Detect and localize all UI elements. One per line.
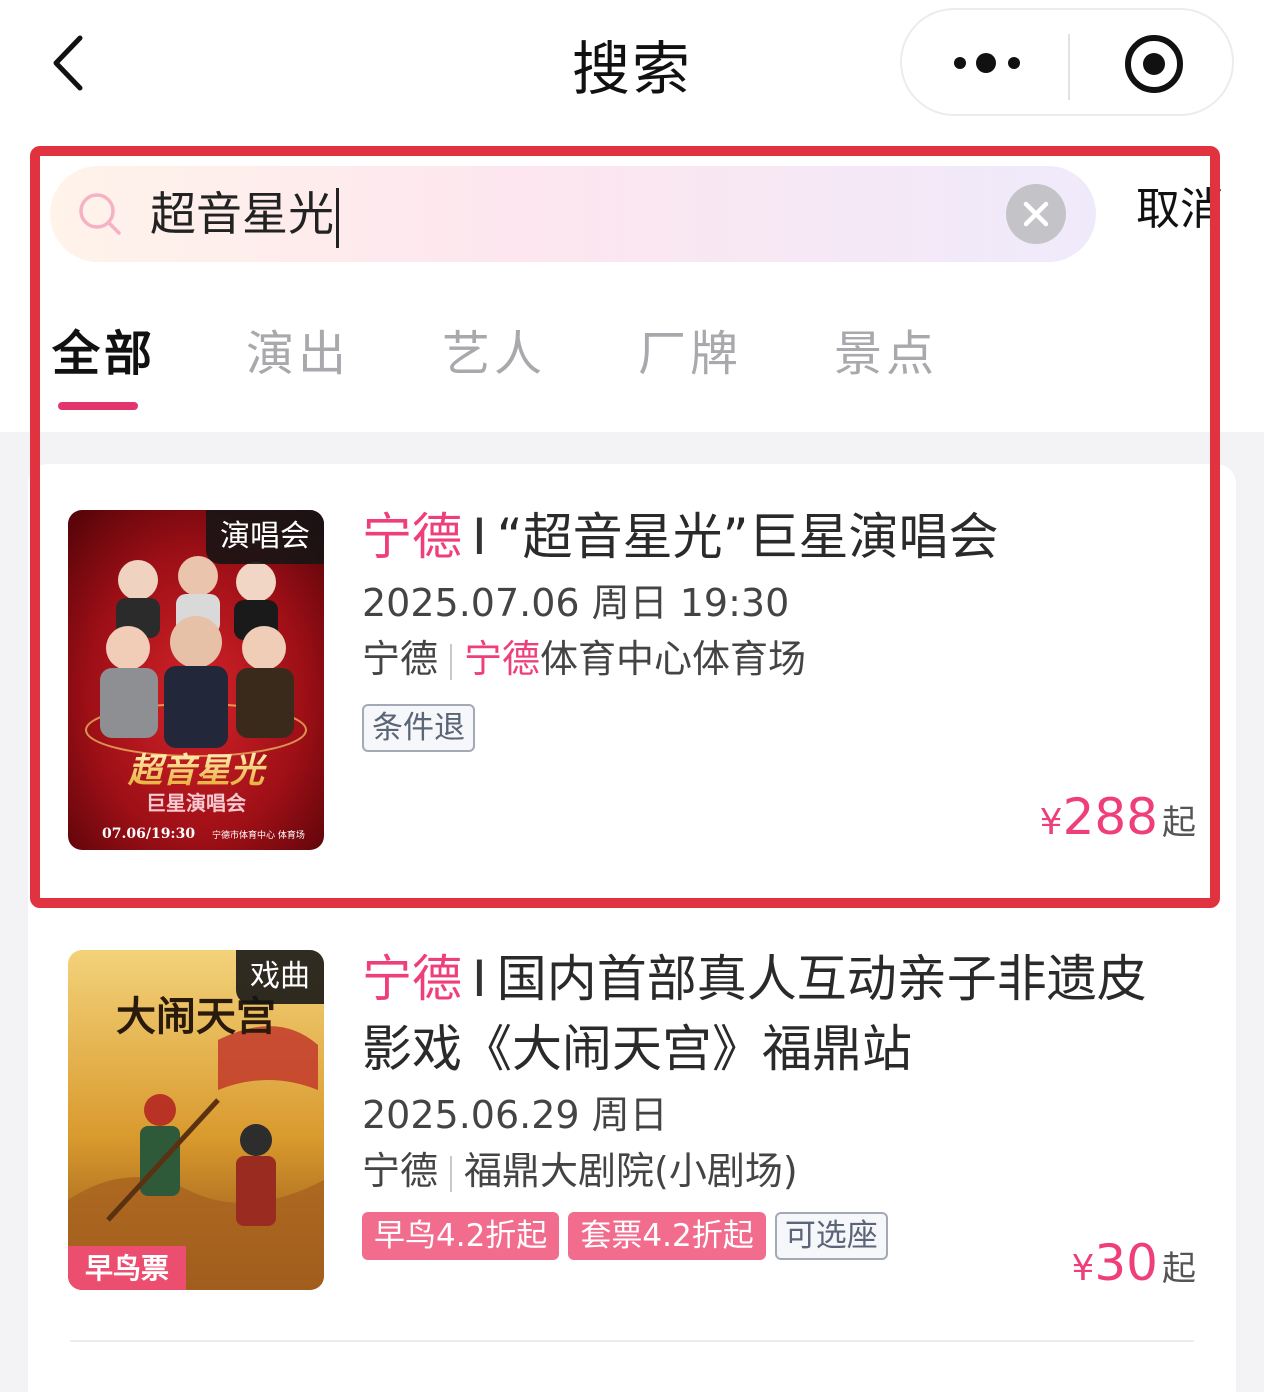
title-separator: I bbox=[472, 508, 487, 566]
price: ¥288 起 bbox=[1040, 788, 1196, 846]
price-value: 288 bbox=[1062, 788, 1158, 846]
poster-subtitle-text: 巨星演唱会 bbox=[146, 791, 246, 815]
event-poster[interactable]: 超音星光 巨星演唱会 07.06/19:30 宁德市体育中心 体育场 演唱会 bbox=[68, 510, 324, 850]
cancel-button[interactable]: 取消 bbox=[1136, 182, 1224, 238]
early-bird-badge: 早鸟4.2折起 bbox=[362, 1212, 560, 1260]
venue-separator bbox=[450, 1155, 453, 1192]
close-icon bbox=[1023, 201, 1049, 227]
badge-row: 条件退 bbox=[362, 704, 479, 752]
refund-badge: 条件退 bbox=[362, 704, 475, 752]
event-title-line2: 影戏《大闹天宫》福鼎站 bbox=[362, 1020, 912, 1078]
venue-highlight: 宁德 bbox=[464, 637, 541, 681]
text-caret bbox=[336, 187, 339, 248]
mini-program-capsule bbox=[900, 8, 1234, 116]
search-input[interactable]: 超音星光 bbox=[150, 186, 339, 248]
tab-shows[interactable]: 演出 bbox=[246, 314, 350, 384]
event-poster[interactable]: 大闹天宫 早鸟票 戏曲 bbox=[68, 950, 324, 1290]
event-city: 宁德 bbox=[362, 508, 462, 566]
event-date: 2025.07.06 周日 19:30 bbox=[362, 581, 790, 625]
search-box[interactable]: 超音星光 bbox=[50, 166, 1096, 262]
poster-venue-text: 宁德市体育中心 体育场 bbox=[212, 829, 305, 841]
active-tab-indicator bbox=[58, 402, 138, 410]
close-program-button[interactable] bbox=[1122, 32, 1186, 96]
poster-date-text: 07.06/19:30 bbox=[102, 826, 195, 842]
event-title[interactable]: 宁德 I 国内首部真人互动亲子非遗皮 影戏《大闹天宫》福鼎站 bbox=[362, 944, 1202, 1084]
event-date: 2025.06.29 周日 bbox=[362, 1093, 668, 1137]
venue-name: 福鼎大剧院(小剧场) bbox=[464, 1149, 798, 1193]
capsule-divider bbox=[1068, 34, 1070, 100]
title-separator: I bbox=[472, 950, 487, 1008]
top-bar: 搜索 bbox=[0, 0, 1264, 130]
event-title[interactable]: 宁德 I “超音星光”巨星演唱会 bbox=[362, 502, 1202, 572]
event-name: “超音星光”巨星演唱会 bbox=[496, 508, 999, 566]
result-card[interactable]: 大闹天宫 早鸟票 戏曲 宁德 I 国内首部真人互动亲子非遗皮 影戏《大闹天宫》福鼎站… bbox=[28, 904, 1236, 1392]
badge-row: 早鸟4.2折起 套票4.2折起 可选座 bbox=[362, 1212, 892, 1260]
poster-ribbon-text: 早鸟票 bbox=[85, 1252, 169, 1285]
event-city: 宁德 bbox=[362, 950, 462, 1008]
event-title-line1: 宁德 I 国内首部真人互动亲子非遗皮 bbox=[362, 944, 1202, 1014]
tab-artists[interactable]: 艺人 bbox=[442, 314, 546, 384]
event-venue: 宁德 福鼎大剧院(小剧场) bbox=[362, 1146, 798, 1196]
event-name-part1: 国内首部真人互动亲子非遗皮 bbox=[496, 950, 1147, 1008]
tab-all[interactable]: 全部 bbox=[52, 314, 156, 384]
tab-labels[interactable]: 厂牌 bbox=[638, 314, 742, 384]
result-card[interactable]: 超音星光 巨星演唱会 07.06/19:30 宁德市体育中心 体育场 演唱会 宁… bbox=[28, 464, 1236, 904]
price: ¥30 起 bbox=[1071, 1234, 1196, 1292]
venue-name: 体育中心体育场 bbox=[540, 637, 807, 681]
category-tag: 戏曲 bbox=[236, 950, 324, 1004]
poster-title-text: 超音星光 bbox=[127, 751, 268, 791]
price-suffix: 起 bbox=[1162, 803, 1196, 843]
venue-city: 宁德 bbox=[362, 637, 439, 681]
price-value: 30 bbox=[1094, 1234, 1158, 1292]
more-button[interactable] bbox=[942, 38, 1052, 88]
venue-separator bbox=[450, 643, 453, 680]
target-icon bbox=[1125, 35, 1183, 93]
list-divider bbox=[70, 1340, 1194, 1342]
clear-search-button[interactable] bbox=[1006, 184, 1066, 244]
category-tag: 演唱会 bbox=[206, 510, 324, 564]
tab-attractions[interactable]: 景点 bbox=[834, 314, 938, 384]
price-suffix: 起 bbox=[1162, 1249, 1196, 1289]
event-venue: 宁德 宁德体育中心体育场 bbox=[362, 634, 806, 684]
more-dots-icon bbox=[954, 53, 1020, 73]
category-tabs: 全部 演出 艺人 厂牌 景点 bbox=[0, 300, 1264, 430]
package-badge: 套票4.2折起 bbox=[568, 1212, 766, 1260]
venue-city: 宁德 bbox=[362, 1149, 439, 1193]
price-currency: ¥ bbox=[1039, 802, 1063, 843]
seat-selection-badge: 可选座 bbox=[774, 1212, 888, 1260]
search-icon bbox=[79, 193, 121, 235]
price-currency: ¥ bbox=[1071, 1248, 1095, 1289]
